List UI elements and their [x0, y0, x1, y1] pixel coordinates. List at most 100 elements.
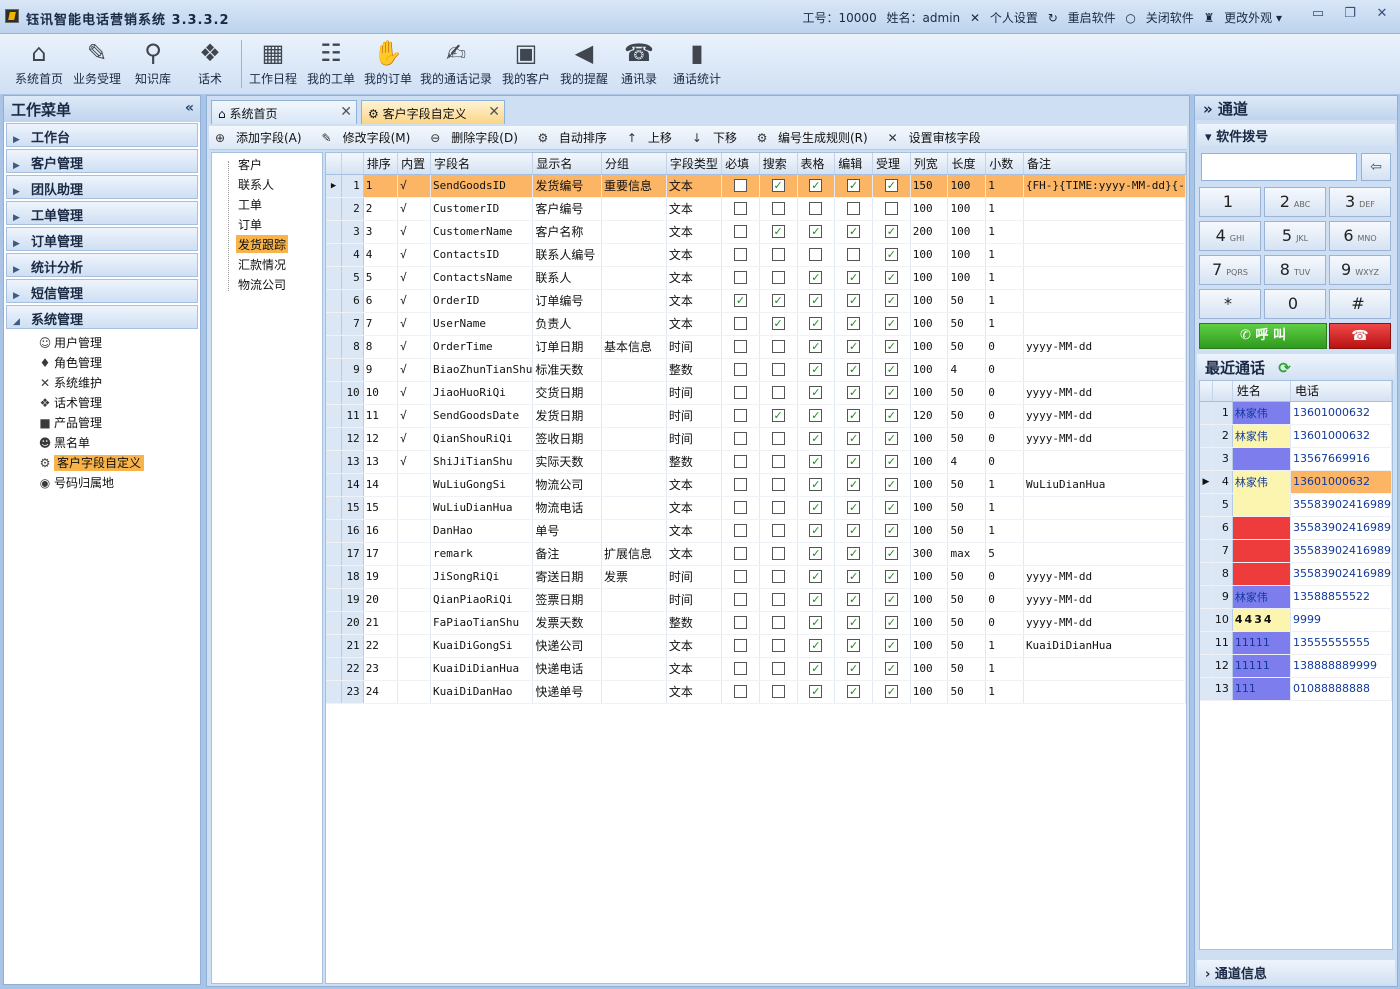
- row-selector[interactable]: [1200, 516, 1213, 540]
- cell-dec[interactable]: 1: [985, 220, 1024, 244]
- checkbox[interactable]: [771, 501, 785, 515]
- cell-sort[interactable]: 3: [363, 220, 399, 244]
- checkbox[interactable]: [771, 570, 785, 584]
- checkbox[interactable]: ✓: [847, 593, 861, 607]
- backspace-icon[interactable]: ⇦: [1361, 153, 1391, 181]
- cell-note[interactable]: [1023, 243, 1186, 267]
- cell-display[interactable]: 快递电话: [532, 657, 603, 681]
- cell-width[interactable]: 100: [910, 611, 949, 635]
- cell-builtin[interactable]: [397, 473, 432, 497]
- cell-type[interactable]: 文本: [666, 197, 723, 221]
- checkbox[interactable]: ✓: [847, 409, 861, 423]
- dial-key[interactable]: 5 JKL: [1264, 221, 1326, 251]
- cell-sort[interactable]: 24: [363, 680, 399, 704]
- row-selector[interactable]: ▶: [1200, 470, 1213, 494]
- submenu-item-1[interactable]: ♦ 角色管理: [34, 352, 104, 372]
- table-row[interactable]: 20 21 FaPiaoTianShu 发票天数 整数 ✓ ✓ ✓ 100 50 0 yyyy-MM-…: [326, 611, 1186, 635]
- dial-key[interactable]: 8 TUV: [1264, 255, 1326, 285]
- row-selector[interactable]: [326, 404, 343, 428]
- cell-width[interactable]: 100: [910, 358, 949, 382]
- row-selector[interactable]: [326, 312, 343, 336]
- cell-note[interactable]: WuLiuDianHua: [1023, 473, 1186, 497]
- cell-sort[interactable]: 21: [363, 611, 399, 635]
- cell-display[interactable]: 订单编号: [532, 289, 603, 313]
- tab-custom-fields[interactable]: ⚙ 客户字段自定义 ✕: [361, 100, 505, 124]
- cell-builtin[interactable]: √: [397, 358, 432, 382]
- recent-name[interactable]: [1232, 539, 1292, 563]
- cell-field[interactable]: DanHao: [430, 519, 534, 543]
- submenu-item-5[interactable]: ☻ 黑名单: [34, 432, 92, 452]
- checkbox[interactable]: ✓: [847, 685, 861, 699]
- cell-builtin[interactable]: [397, 634, 432, 658]
- cell-field[interactable]: JiaoHuoRiQi: [430, 381, 534, 405]
- cell-field[interactable]: WuLiuGongSi: [430, 473, 534, 497]
- cell-len[interactable]: 100: [947, 174, 987, 198]
- cell-note[interactable]: yyyy-MM-dd: [1023, 381, 1186, 405]
- cell-field[interactable]: OrderTime: [430, 335, 534, 359]
- action-button-3[interactable]: ⚙ 自动排序: [536, 131, 616, 145]
- cell-sort[interactable]: 11: [363, 404, 399, 428]
- checkbox[interactable]: ✓: [884, 386, 898, 400]
- cell-builtin[interactable]: [397, 496, 432, 520]
- cell-group[interactable]: [601, 404, 667, 428]
- cell-display[interactable]: 发票天数: [532, 611, 603, 635]
- checkbox[interactable]: ✓: [771, 409, 785, 423]
- cell-display[interactable]: 备注: [532, 542, 603, 566]
- checkbox[interactable]: ✓: [884, 501, 898, 515]
- cell-display[interactable]: 联系人: [532, 266, 603, 290]
- checkbox[interactable]: ✓: [809, 432, 823, 446]
- submenu-item-2[interactable]: ✕ 系统维护: [34, 372, 104, 392]
- cell-builtin[interactable]: [397, 542, 432, 566]
- cell-sort[interactable]: 7: [363, 312, 399, 336]
- row-selector[interactable]: [1200, 401, 1213, 425]
- cell-builtin[interactable]: [397, 519, 432, 543]
- cell-type[interactable]: 时间: [666, 565, 723, 589]
- recent-name[interactable]: 4434: [1232, 608, 1292, 632]
- checkbox[interactable]: ✓: [884, 570, 898, 584]
- submenu-item-6[interactable]: ⚙ 客户字段自定义: [34, 452, 146, 472]
- table-row[interactable]: 3 3 √ CustomerName 客户名称 文本 ✓ ✓ ✓ ✓ 200 100 1: [326, 220, 1186, 244]
- cell-len[interactable]: 50: [947, 588, 987, 612]
- row-selector[interactable]: [1200, 424, 1213, 448]
- cell-sort[interactable]: 19: [363, 565, 399, 589]
- hangup-button[interactable]: ☎: [1329, 323, 1391, 349]
- cell-type[interactable]: 文本: [666, 243, 723, 267]
- table-row[interactable]: 22 23 KuaiDiDianHua 快递电话 文本 ✓ ✓ ✓ 100 50 1: [326, 657, 1186, 681]
- tab-close-icon[interactable]: ✕: [340, 104, 352, 120]
- checkbox[interactable]: ✓: [884, 547, 898, 561]
- row-selector[interactable]: [326, 381, 343, 405]
- checkbox[interactable]: ✓: [884, 317, 898, 331]
- cell-group[interactable]: [601, 220, 667, 244]
- cell-width[interactable]: 100: [910, 266, 949, 290]
- row-selector[interactable]: [326, 496, 343, 520]
- checkbox[interactable]: [884, 202, 898, 216]
- tab-close-icon[interactable]: ✕: [488, 104, 500, 120]
- checkbox[interactable]: ✓: [884, 340, 898, 354]
- tab-home[interactable]: ⌂ 系统首页 ✕: [211, 100, 357, 124]
- table-row[interactable]: 21 22 KuaiDiGongSi 快递公司 文本 ✓ ✓ ✓ 100 50 1 KuaiDiDia…: [326, 634, 1186, 658]
- cell-builtin[interactable]: √: [397, 335, 432, 359]
- cell-builtin[interactable]: √: [397, 220, 432, 244]
- checkbox[interactable]: ✓: [847, 432, 861, 446]
- cell-width[interactable]: 100: [910, 473, 949, 497]
- checkbox[interactable]: [847, 202, 861, 216]
- cell-note[interactable]: yyyy-MM-dd: [1023, 335, 1186, 359]
- collapse-icon[interactable]: «: [185, 100, 194, 116]
- checkbox[interactable]: ✓: [884, 271, 898, 285]
- action-button-4[interactable]: ↑ 上移: [625, 131, 681, 145]
- cell-width[interactable]: 100: [910, 427, 949, 451]
- cell-builtin[interactable]: [397, 588, 432, 612]
- checkbox[interactable]: [733, 616, 747, 630]
- checkbox[interactable]: ✓: [809, 271, 823, 285]
- cell-sort[interactable]: 2: [363, 197, 399, 221]
- cell-dec[interactable]: 1: [985, 197, 1024, 221]
- cell-dec[interactable]: 1: [985, 243, 1024, 267]
- checkbox[interactable]: ✓: [884, 524, 898, 538]
- table-row[interactable]: 19 20 QianPiaoRiQi 签票日期 时间 ✓ ✓ ✓ 100 50 0 yyyy-MM-d…: [326, 588, 1186, 612]
- cell-len[interactable]: 50: [947, 611, 987, 635]
- recent-call-row[interactable]: ▶ 4 林家伟 13601000632: [1200, 470, 1392, 494]
- dial-key[interactable]: 2 ABC: [1264, 187, 1326, 217]
- cell-field[interactable]: QianShouRiQi: [430, 427, 534, 451]
- cell-dec[interactable]: 1: [985, 634, 1024, 658]
- row-selector[interactable]: [326, 450, 343, 474]
